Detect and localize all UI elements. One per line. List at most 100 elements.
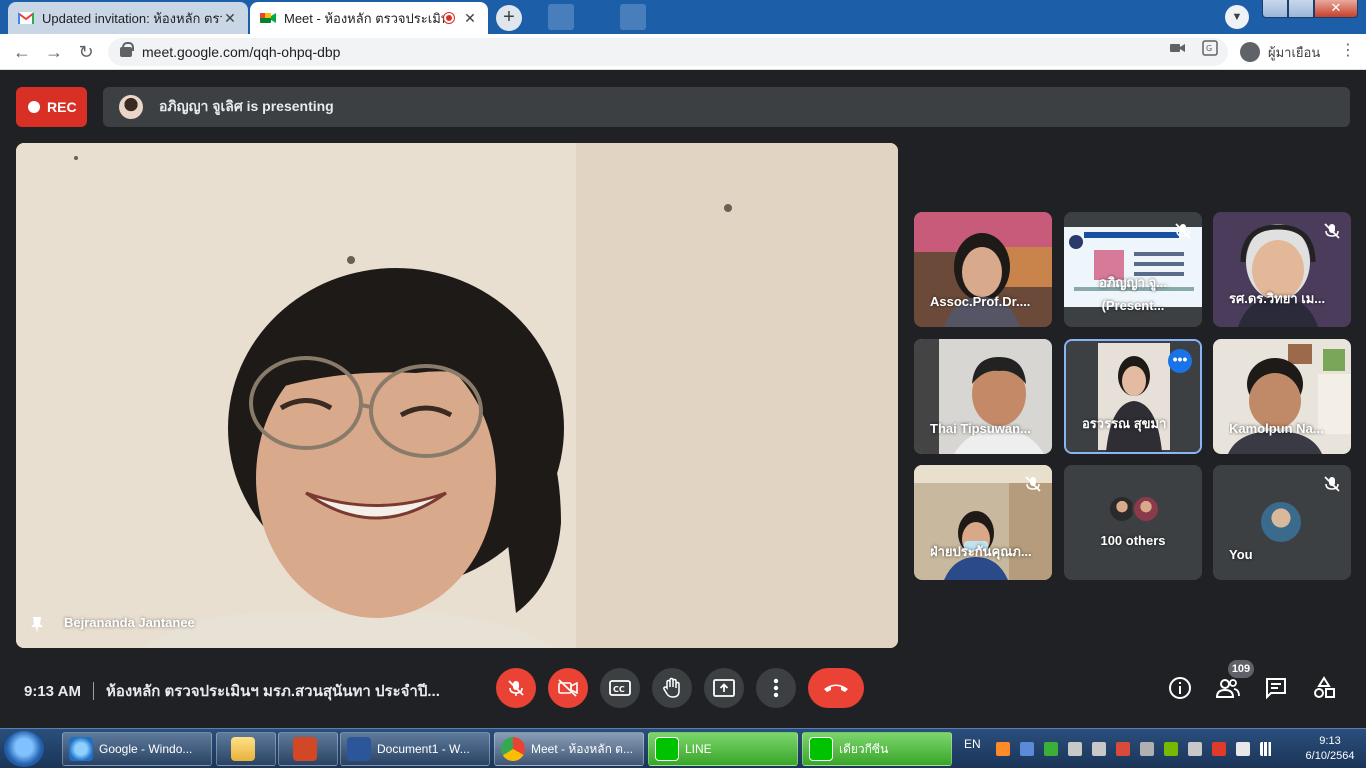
taskbar-item-ie[interactable]: Google - Windo...: [62, 732, 212, 766]
others-tile[interactable]: 100 others: [1064, 465, 1202, 580]
participant-name: Thai Tipsuwan...: [930, 421, 1031, 436]
word-icon: [347, 737, 371, 761]
maximize-button[interactable]: [1288, 0, 1314, 18]
nvidia-icon[interactable]: [1164, 742, 1178, 756]
flag-icon[interactable]: [1116, 742, 1130, 756]
svg-text:CC: CC: [613, 685, 625, 694]
tab-title: Updated invitation: ห้องหลัก ตรวจ: [42, 10, 222, 26]
more-options-button[interactable]: [756, 668, 796, 708]
participant-tile[interactable]: Assoc.Prof.Dr....: [914, 212, 1052, 327]
info-icon: [1169, 677, 1191, 699]
signal-icon[interactable]: [1260, 742, 1274, 756]
participant-count-badge: 109: [1228, 660, 1254, 678]
recording-indicator-icon: [444, 13, 454, 23]
camera-icon[interactable]: [1168, 40, 1188, 60]
browser-tab-strip: Updated invitation: ห้องหลัก ตรวจ ✕ Meet…: [0, 0, 1366, 34]
gmail-icon: [18, 12, 34, 24]
main-speaker-video[interactable]: Bejrananda Jantanee: [16, 143, 898, 648]
taskbar-item-label: Meet - ห้องหลัก ต...: [531, 741, 633, 756]
camera-toggle-button[interactable]: [548, 668, 588, 708]
tab-title: Meet - ห้องหลัก ตรวจประเมินฯ: [284, 10, 444, 26]
volume-icon[interactable]: [1092, 742, 1106, 756]
presenting-banner: อภิญญา จูเลิศ is presenting: [103, 87, 1350, 127]
new-tab-button[interactable]: +: [496, 5, 522, 31]
taskbar-item-line[interactable]: LINE: [648, 732, 798, 766]
raise-hand-button[interactable]: [652, 668, 692, 708]
back-icon[interactable]: ←: [10, 40, 34, 64]
profile-button[interactable]: ผู้มาเยือน: [1234, 38, 1330, 66]
translate-icon[interactable]: G: [1200, 40, 1220, 60]
microphone-muted-icon: [1025, 476, 1041, 492]
taskbar-item-word[interactable]: Document1 - W...: [340, 732, 490, 766]
camera-off-icon: [558, 679, 578, 697]
present-screen-button[interactable]: [704, 668, 744, 708]
taskbar-item-explorer[interactable]: [216, 732, 276, 766]
system-clock[interactable]: 9:13 6/10/2564: [1300, 734, 1360, 764]
microphone-toggle-button[interactable]: [496, 668, 536, 708]
lock-icon[interactable]: [120, 42, 134, 57]
address-bar[interactable]: meet.google.com/qqh-ohpq-dbp: [108, 38, 1228, 66]
folder-icon: [231, 737, 255, 761]
participant-tile[interactable]: รศ.ดร.วิทยา เม...: [1213, 212, 1351, 327]
line-tray-icon[interactable]: [1044, 742, 1058, 756]
tray-app-icon[interactable]: [996, 742, 1010, 756]
reload-icon[interactable]: ↻: [74, 40, 98, 64]
participant-video: [1213, 339, 1351, 454]
close-window-button[interactable]: ✕: [1314, 0, 1358, 18]
participant-name: You: [1229, 547, 1253, 562]
divider: [92, 682, 94, 700]
forward-icon[interactable]: →: [42, 40, 66, 64]
leave-call-button[interactable]: [808, 668, 864, 708]
taskbar-item-line-chat[interactable]: เดียวกีซีน: [802, 732, 952, 766]
participant-name: รศ.ดร.วิทยา เม...: [1229, 291, 1326, 306]
usb-icon[interactable]: [1140, 742, 1154, 756]
chat-button[interactable]: [1264, 676, 1288, 700]
participant-tile-speaking[interactable]: ••• อรวรรณ สุขมา: [1064, 339, 1202, 454]
clock-time: 9:13: [1319, 735, 1341, 747]
meeting-details-button[interactable]: [1168, 676, 1192, 700]
activities-button[interactable]: [1312, 676, 1336, 700]
participants-button[interactable]: [1216, 676, 1240, 700]
present-icon: [713, 679, 735, 697]
adobe-icon[interactable]: [1212, 742, 1226, 756]
captions-button[interactable]: CC: [600, 668, 640, 708]
taskbar-item-label: Document1 - W...: [377, 742, 470, 756]
language-indicator[interactable]: EN: [964, 737, 981, 751]
bluetooth-icon[interactable]: [1020, 742, 1034, 756]
participant-tile[interactable]: Thai Tipsuwan...: [914, 339, 1052, 454]
avatar: [1261, 502, 1301, 542]
recording-badge: REC: [16, 87, 87, 127]
close-tab-icon[interactable]: ✕: [462, 10, 478, 27]
shapes-icon: [1314, 676, 1335, 698]
taskbar-item-label: เดียวกีซีน: [839, 741, 889, 756]
participant-tile[interactable]: ฝ่ายประกันคุณภ...: [914, 465, 1052, 580]
pin-icon[interactable]: [30, 617, 44, 633]
more-vert-icon: [773, 678, 779, 698]
display-icon[interactable]: [1188, 742, 1202, 756]
minimize-button[interactable]: [1262, 0, 1288, 18]
microphone-muted-icon: [1324, 476, 1340, 492]
taskbar-item-powerpoint[interactable]: [278, 732, 338, 766]
tab-gmail-invitation[interactable]: Updated invitation: ห้องหลัก ตรวจ ✕: [8, 2, 248, 34]
browser-menu-icon[interactable]: ⋮: [1340, 40, 1356, 60]
start-button[interactable]: [4, 731, 44, 767]
chevron-down-icon[interactable]: ▼: [1225, 5, 1249, 29]
taskbar-item-chrome[interactable]: Meet - ห้องหลัก ต...: [494, 732, 644, 766]
avatar: [1132, 495, 1160, 523]
self-tile[interactable]: You: [1213, 465, 1351, 580]
clock-date: 6/10/2564: [1305, 750, 1355, 762]
speaker-icon[interactable]: [1068, 742, 1082, 756]
svg-text:G: G: [1206, 44, 1212, 53]
close-tab-icon[interactable]: ✕: [222, 10, 238, 27]
more-options-button[interactable]: •••: [1168, 349, 1192, 373]
background-window-icon: [620, 4, 646, 30]
microphone-muted-icon: [1175, 223, 1191, 239]
line-icon: [655, 737, 679, 761]
battery-icon[interactable]: [1236, 742, 1250, 756]
participant-tile-presenter[interactable]: อภิญญา จู... (Present...: [1064, 212, 1202, 327]
tab-google-meet[interactable]: Meet - ห้องหลัก ตรวจประเมินฯ ✕: [250, 2, 488, 34]
internet-explorer-icon: [69, 737, 93, 761]
participant-tile[interactable]: Kamolpun Na...: [1213, 339, 1351, 454]
participant-video: [914, 212, 1052, 327]
url-text: meet.google.com/qqh-ohpq-dbp: [142, 44, 341, 60]
